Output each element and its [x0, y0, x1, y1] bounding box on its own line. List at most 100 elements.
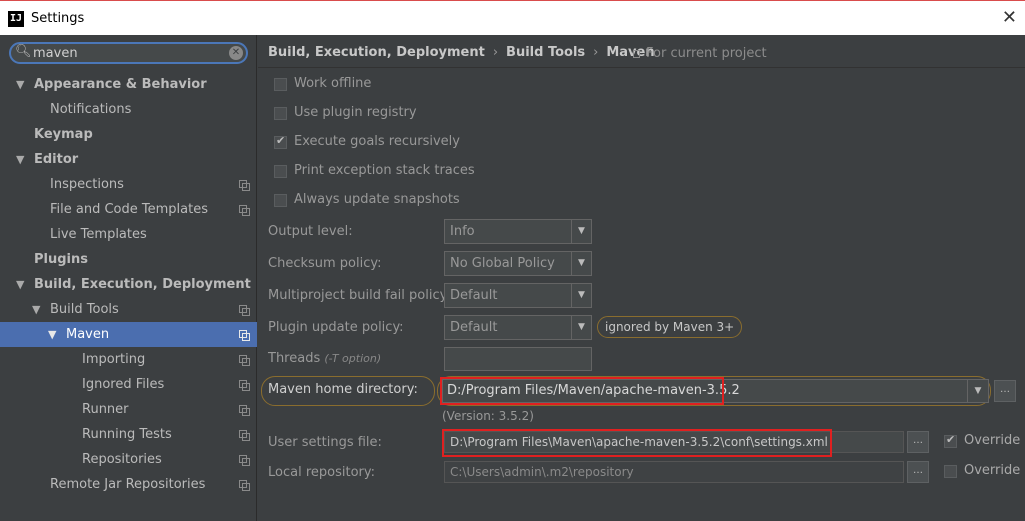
- ignored-by-maven-note: ignored by Maven 3+: [597, 316, 743, 338]
- multiproject-fail-policy-label: Multiproject build fail policy:: [268, 288, 451, 303]
- checkbox-box[interactable]: [274, 194, 287, 207]
- local-repository-input[interactable]: C:\Users\admin\.m2\repository: [444, 461, 904, 483]
- checkbox-label[interactable]: Always update snapshots: [294, 192, 460, 207]
- checksum-policy-select[interactable]: No Global Policy ▼: [444, 251, 592, 276]
- sidebar-item-remote-jar-repositories[interactable]: Remote Jar Repositories: [0, 472, 257, 497]
- user-settings-red-highlight: [442, 429, 832, 457]
- threads-label: Threads (-T option): [268, 351, 381, 366]
- checkbox-label[interactable]: Print exception stack traces: [294, 163, 475, 178]
- expand-arrow-icon[interactable]: ▼: [16, 72, 24, 97]
- sidebar-item-label: Build Tools: [50, 302, 119, 317]
- checkbox-label[interactable]: Work offline: [294, 76, 371, 91]
- checksum-policy-label: Checksum policy:: [268, 256, 382, 271]
- breadcrumb-part[interactable]: Build, Execution, Deployment: [268, 45, 485, 60]
- sidebar-item-label: Importing: [82, 352, 146, 367]
- dropdown-arrow-icon[interactable]: ▼: [571, 220, 591, 243]
- project-scope-icon: [633, 50, 640, 58]
- sidebar-item-label: Remote Jar Repositories: [50, 477, 206, 492]
- sidebar-item-label: Repositories: [82, 452, 162, 467]
- sidebar-item-label: Runner: [82, 402, 129, 417]
- sidebar-item-plugins[interactable]: Plugins: [0, 247, 257, 272]
- copy-settings-icon: [239, 430, 250, 441]
- copy-settings-icon: [239, 355, 250, 366]
- sidebar-item-label: Plugins: [34, 252, 88, 267]
- output-level-label: Output level:: [268, 224, 353, 239]
- checkbox-box[interactable]: [274, 134, 287, 149]
- sidebar-item-runner[interactable]: Runner: [0, 397, 257, 422]
- breadcrumb: Build, Execution, Deployment › Build Tools…: [268, 45, 655, 60]
- dropdown-arrow-icon[interactable]: ▼: [571, 252, 591, 275]
- copy-settings-icon: [239, 330, 250, 341]
- checkbox-label[interactable]: Use plugin registry: [294, 105, 417, 120]
- select-value: Default: [450, 288, 498, 303]
- checkbox-label[interactable]: Override: [964, 463, 1020, 478]
- search-input[interactable]: [33, 45, 223, 61]
- breadcrumb-part[interactable]: Build Tools: [506, 45, 585, 60]
- checkbox-box[interactable]: [274, 165, 287, 178]
- checkbox-box[interactable]: [944, 465, 957, 478]
- checkbox-box[interactable]: [944, 433, 957, 448]
- checkbox-label[interactable]: Override: [964, 433, 1020, 448]
- threads-input[interactable]: [444, 347, 592, 371]
- checkbox-box[interactable]: [274, 107, 287, 120]
- copy-settings-icon: [239, 455, 250, 466]
- settings-sidebar: 🔍︎ ✕ ▼ Appearance & Behavior Notificatio…: [0, 35, 257, 521]
- scope-label: For current project: [646, 46, 767, 61]
- output-level-select[interactable]: Info ▼: [444, 219, 592, 244]
- browse-icon[interactable]: …: [907, 461, 929, 483]
- sidebar-item-appearance-behavior[interactable]: ▼ Appearance & Behavior: [0, 72, 257, 97]
- plugin-update-policy-select[interactable]: Default ▼: [444, 315, 592, 340]
- sidebar-item-build-execution-deployment[interactable]: ▼ Build, Execution, Deployment: [0, 272, 257, 297]
- sidebar-item-editor[interactable]: ▼ Editor: [0, 147, 257, 172]
- sidebar-item-inspections[interactable]: Inspections: [0, 172, 257, 197]
- browse-icon[interactable]: …: [907, 431, 929, 453]
- threads-hint: (-T option): [324, 352, 382, 365]
- sidebar-item-file-code-templates[interactable]: File and Code Templates: [0, 197, 257, 222]
- field-value: C:\Users\admin\.m2\repository: [450, 465, 634, 479]
- select-value: No Global Policy: [450, 256, 555, 271]
- checkbox-box[interactable]: [274, 78, 287, 91]
- sidebar-item-maven[interactable]: ▼ Maven: [0, 322, 257, 347]
- dropdown-arrow-icon[interactable]: ▼: [571, 316, 591, 339]
- expand-arrow-icon[interactable]: ▼: [32, 297, 40, 322]
- sidebar-item-keymap[interactable]: Keymap: [0, 122, 257, 147]
- copy-settings-icon: [239, 380, 250, 391]
- intellij-app-icon: IJ: [8, 11, 24, 27]
- dropdown-arrow-icon[interactable]: ▼: [967, 380, 988, 402]
- breadcrumb-separator: ›: [492, 45, 499, 60]
- sidebar-item-label: Notifications: [50, 102, 132, 117]
- plugin-update-policy-label: Plugin update policy:: [268, 320, 404, 335]
- select-value: Info: [450, 224, 475, 239]
- sidebar-item-importing[interactable]: Importing: [0, 347, 257, 372]
- local-repository-label: Local repository:: [268, 465, 375, 480]
- clear-icon[interactable]: ✕: [229, 46, 243, 60]
- select-value: Default: [450, 320, 498, 335]
- close-icon[interactable]: ✕: [1002, 7, 1017, 28]
- sidebar-item-label: Running Tests: [82, 427, 172, 442]
- copy-settings-icon: [239, 405, 250, 416]
- sidebar-item-live-templates[interactable]: Live Templates: [0, 222, 257, 247]
- expand-arrow-icon[interactable]: ▼: [16, 147, 24, 172]
- header-divider: [258, 67, 1025, 68]
- sidebar-item-notifications[interactable]: Notifications: [0, 97, 257, 122]
- sidebar-item-label: Inspections: [50, 177, 124, 192]
- checkbox-label[interactable]: Execute goals recursively: [294, 134, 460, 149]
- sidebar-item-label: Editor: [34, 152, 79, 167]
- dropdown-arrow-icon[interactable]: ▼: [571, 284, 591, 307]
- copy-settings-icon: [239, 480, 250, 491]
- sidebar-item-label: Ignored Files: [82, 377, 165, 392]
- search-icon[interactable]: 🔍︎: [15, 44, 32, 59]
- sidebar-item-build-tools[interactable]: ▼ Build Tools: [0, 297, 257, 322]
- expand-arrow-icon[interactable]: ▼: [48, 322, 56, 347]
- sidebar-item-running-tests[interactable]: Running Tests: [0, 422, 257, 447]
- sidebar-item-ignored-files[interactable]: Ignored Files: [0, 372, 257, 397]
- sidebar-item-label: File and Code Templates: [50, 202, 208, 217]
- sidebar-item-label: Appearance & Behavior: [34, 77, 207, 92]
- sidebar-item-repositories[interactable]: Repositories: [0, 447, 257, 472]
- maven-version-label: (Version: 3.5.2): [442, 409, 534, 423]
- expand-arrow-icon[interactable]: ▼: [16, 272, 24, 297]
- maven-home-red-highlight: [440, 377, 724, 405]
- multiproject-fail-policy-select[interactable]: Default ▼: [444, 283, 592, 308]
- browse-icon[interactable]: …: [994, 380, 1016, 402]
- search-box[interactable]: 🔍︎ ✕: [9, 42, 248, 64]
